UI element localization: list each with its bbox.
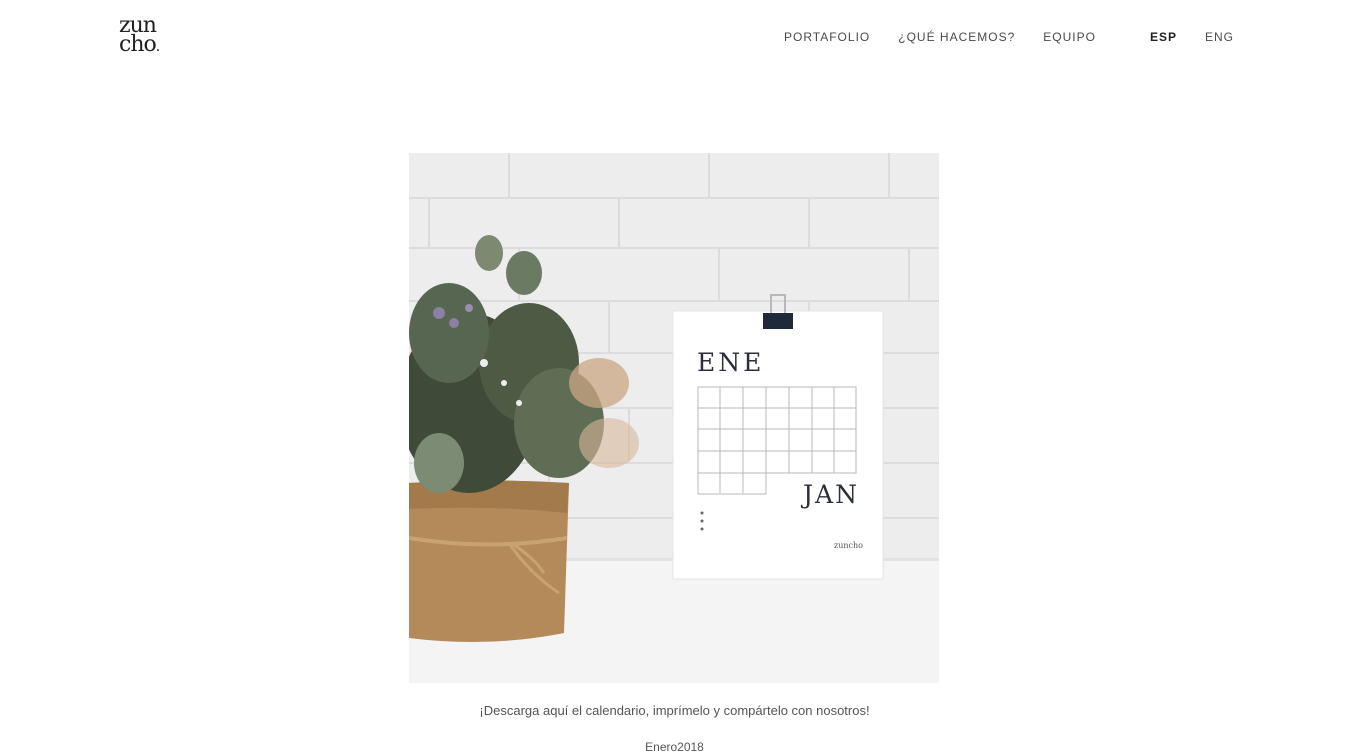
- nav-item-que-hacemos[interactable]: ¿QUÉ HACEMOS?: [898, 30, 1015, 44]
- language-switcher: ESP ENG: [1150, 30, 1234, 44]
- lang-eng[interactable]: ENG: [1205, 30, 1234, 44]
- main-nav: PORTAFOLIO ¿QUÉ HACEMOS? EQUIPO: [784, 30, 1096, 44]
- nav-item-portafolio[interactable]: PORTAFOLIO: [784, 30, 870, 44]
- lang-esp[interactable]: ESP: [1150, 30, 1177, 44]
- nav-item-equipo[interactable]: EQUIPO: [1043, 30, 1096, 44]
- brand-logo[interactable]: zun cho.: [119, 15, 175, 58]
- calendar-photo-illustration: ENE JAN zuncho: [409, 153, 939, 683]
- calendar-month-es: ENE: [697, 348, 764, 377]
- logo-line-2: cho.: [119, 32, 160, 57]
- download-caption: ¡Descarga aquí el calendario, imprímelo …: [479, 703, 870, 718]
- calendar-brand: zuncho: [834, 541, 863, 550]
- calendar-subtitle: Enero2018: [645, 740, 704, 754]
- calendar-month-en: JAN: [800, 480, 859, 509]
- site-header: zun cho. PORTAFOLIO ¿QUÉ HACEMOS? EQUIPO…: [0, 0, 1349, 76]
- calendar-photo: ENE JAN zuncho: [409, 153, 939, 683]
